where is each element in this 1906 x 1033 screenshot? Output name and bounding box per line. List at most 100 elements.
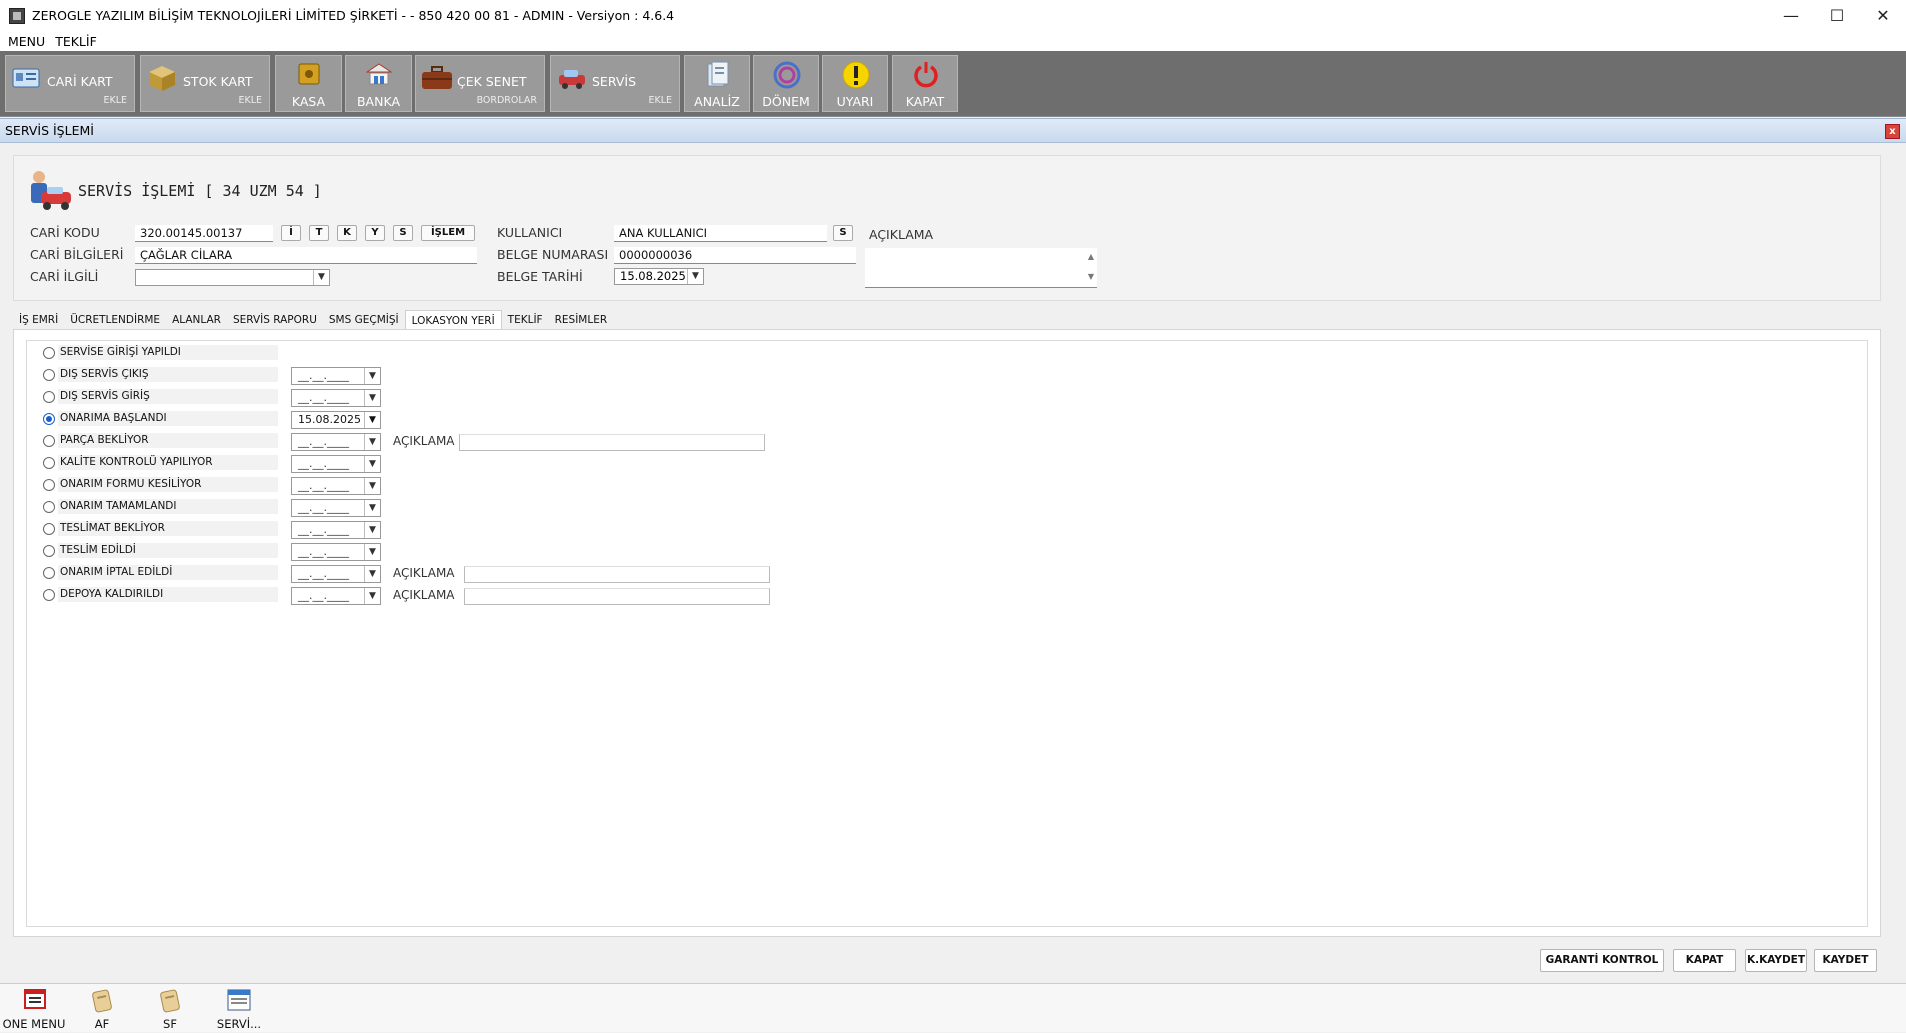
chevron-down-icon[interactable]: ▼ (364, 544, 380, 560)
taskbar-af[interactable]: AF (82, 984, 122, 1033)
depo-aciklama-input[interactable] (464, 588, 770, 605)
menu-item-menu[interactable]: MENU (0, 34, 53, 49)
chevron-down-icon[interactable]: ▼ (364, 500, 380, 516)
taskbar-one-menu[interactable]: ONE MENU (2, 984, 66, 1033)
location-radio[interactable] (43, 457, 55, 469)
location-radio[interactable] (43, 435, 55, 447)
location-date-picker[interactable]: __.__.____ ▼ (291, 433, 381, 451)
location-radio[interactable] (43, 523, 55, 535)
cek-senet-label: ÇEK SENET (457, 74, 527, 89)
chevron-down-icon[interactable]: ▼ (364, 588, 380, 604)
date-value: __.__.____ (298, 369, 349, 382)
location-date-picker[interactable]: __.__.____ ▼ (291, 455, 381, 473)
tab-lokasyon-yeri[interactable]: LOKASYON YERİ (404, 310, 502, 330)
analiz-button[interactable]: ANALİZ (684, 55, 750, 112)
tab-ucretlendirme[interactable]: ÜCRETLENDİRME (64, 310, 166, 330)
location-radio[interactable] (43, 391, 55, 403)
kullanici-input[interactable]: ANA KULLANICI (614, 225, 827, 242)
location-date-picker[interactable]: __.__.____ ▼ (291, 521, 381, 539)
location-radio[interactable] (43, 545, 55, 557)
location-radio[interactable] (43, 347, 55, 359)
tab-alanlar[interactable]: ALANLAR (166, 310, 227, 330)
location-date-picker[interactable]: __.__.____ ▼ (291, 499, 381, 517)
stok-kart-label: STOK KART (183, 74, 253, 89)
chevron-down-icon[interactable]: ▼ (364, 478, 380, 494)
uyari-button[interactable]: UYARI (822, 55, 888, 112)
servis-label: SERVİS (592, 74, 637, 89)
location-radio[interactable] (43, 369, 55, 381)
chevron-down-icon[interactable]: ▼ (364, 456, 380, 472)
location-radio[interactable] (43, 501, 55, 513)
tab-resimler[interactable]: RESİMLER (549, 310, 614, 330)
chevron-down-icon[interactable]: ▼ (313, 270, 329, 285)
belge-no-input[interactable]: 0000000036 (614, 247, 856, 264)
stok-kart-button[interactable]: STOK KART EKLE (140, 55, 270, 112)
cek-senet-button[interactable]: ÇEK SENET BORDROLAR (415, 55, 545, 112)
scroll-down-icon[interactable]: ▼ (1088, 272, 1094, 281)
minimize-icon[interactable]: — (1768, 0, 1814, 31)
cari-kart-label: CARİ KART (47, 74, 113, 89)
location-date-picker[interactable]: __.__.____ ▼ (291, 543, 381, 561)
chevron-down-icon[interactable]: ▼ (364, 522, 380, 538)
cari-kart-button[interactable]: CARİ KART EKLE (5, 55, 135, 112)
location-date-picker[interactable]: __.__.____ ▼ (291, 587, 381, 605)
tab-sms-gecmisi[interactable]: SMS GEÇMİŞİ (323, 310, 405, 330)
cari-s-button[interactable]: S (393, 225, 413, 241)
service-man-car-icon (31, 171, 71, 210)
cari-y-button[interactable]: Y (365, 225, 385, 241)
service-title: SERVİS İŞLEMİ [ 34 UZM 54 ] (78, 182, 322, 200)
scroll-up-icon[interactable]: ▲ (1088, 252, 1094, 261)
location-date-picker[interactable]: __.__.____ ▼ (291, 367, 381, 385)
kasa-button[interactable]: KASA (275, 55, 342, 112)
location-date-picker[interactable]: __.__.____ ▼ (291, 477, 381, 495)
parca-aciklama-input[interactable] (459, 434, 765, 451)
taskbar-servis[interactable]: SERVİ... (215, 984, 263, 1033)
chevron-down-icon[interactable]: ▼ (364, 390, 380, 406)
location-date-picker[interactable]: __.__.____ ▼ (291, 565, 381, 583)
k-kaydet-button[interactable]: K.KAYDET (1745, 949, 1807, 972)
cari-t-button[interactable]: T (309, 225, 329, 241)
tab-is-emri[interactable]: İŞ EMRİ (13, 310, 64, 330)
iptal-aciklama-input[interactable] (464, 566, 770, 583)
chevron-down-icon[interactable]: ▼ (687, 269, 703, 284)
cari-ilgili-select[interactable]: ▼ (135, 269, 330, 286)
tab-teklif[interactable]: TEKLİF (502, 310, 549, 330)
menu-item-teklif[interactable]: TEKLİF (53, 34, 105, 49)
location-radio[interactable] (43, 589, 55, 601)
power-icon (914, 62, 938, 88)
location-radio[interactable] (43, 479, 55, 491)
location-radio-selected[interactable] (43, 413, 55, 425)
kapat-toolbar-button[interactable]: KAPAT (892, 55, 958, 112)
kaydet-button[interactable]: KAYDET (1814, 949, 1877, 972)
cari-k-button[interactable]: K (337, 225, 357, 241)
donem-label: DÖNEM (762, 94, 810, 109)
chevron-down-icon[interactable]: ▼ (364, 566, 380, 582)
chevron-down-icon[interactable]: ▼ (364, 412, 380, 428)
location-label: SERVİSE GİRİŞİ YAPILDI (58, 345, 278, 360)
taskbar-sf[interactable]: SF (150, 984, 190, 1033)
chevron-down-icon[interactable]: ▼ (364, 434, 380, 450)
kapat-button[interactable]: KAPAT (1673, 949, 1736, 972)
maximize-icon[interactable]: ☐ (1814, 0, 1860, 31)
donem-button[interactable]: DÖNEM (753, 55, 819, 112)
servis-button[interactable]: SERVİS EKLE (550, 55, 680, 112)
location-label: KALİTE KONTROLÜ YAPILIYOR (58, 455, 278, 470)
location-date-picker[interactable]: 15.08.2025 ▼ (291, 411, 381, 429)
location-date-picker[interactable]: __.__.____ ▼ (291, 389, 381, 407)
form-close-icon[interactable]: x (1885, 124, 1900, 139)
belge-tarihi-picker[interactable]: 15.08.2025 ▼ (614, 268, 704, 285)
aciklama-memo[interactable]: ▲ ▼ (865, 248, 1097, 288)
cari-bilgileri-input[interactable]: ÇAĞLAR CİLARA (135, 247, 477, 264)
chevron-down-icon[interactable]: ▼ (364, 368, 380, 384)
garanti-kontrol-button[interactable]: GARANTİ KONTROL (1540, 949, 1664, 972)
kullanici-s-button[interactable]: S (833, 225, 853, 241)
banka-button[interactable]: BANKA (345, 55, 412, 112)
tab-servis-raporu[interactable]: SERVİS RAPORU (227, 310, 323, 330)
cari-i-button[interactable]: İ (281, 225, 301, 241)
close-icon[interactable]: ✕ (1860, 0, 1906, 31)
location-radio[interactable] (43, 567, 55, 579)
location-label: PARÇA BEKLİYOR (58, 433, 278, 448)
cari-kodu-input[interactable]: 320.00145.00137 (135, 225, 273, 242)
lokasyon-tab-panel: SERVİSE GİRİŞİ YAPILDI DIŞ SERVİS ÇIKIŞ … (13, 329, 1881, 937)
cari-islem-button[interactable]: İŞLEM (421, 225, 475, 241)
